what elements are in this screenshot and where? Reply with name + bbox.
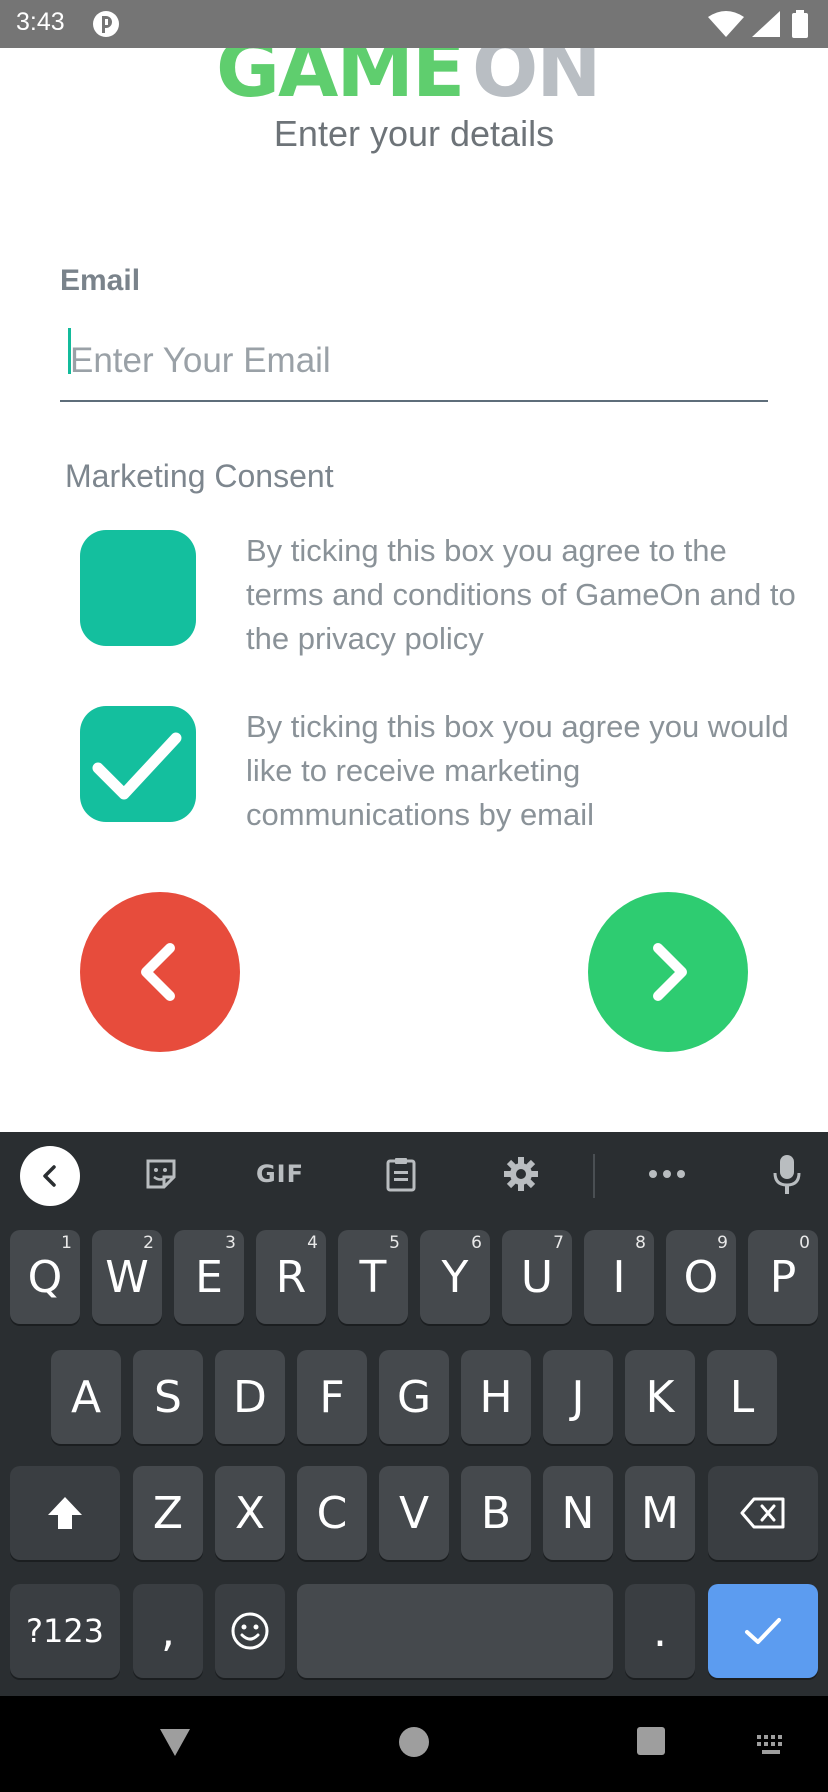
key-j[interactable]: J — [543, 1350, 613, 1444]
recents-square-icon[interactable] — [636, 1726, 666, 1756]
back-arrow-icon — [43, 1165, 56, 1187]
backspace-key[interactable] — [708, 1466, 818, 1560]
key-p[interactable]: P0 — [748, 1230, 818, 1324]
key-g[interactable]: G — [379, 1350, 449, 1444]
back-button[interactable] — [80, 892, 240, 1052]
key-v[interactable]: V — [379, 1466, 449, 1560]
marketing-consent-text: By ticking this box you agree you would … — [246, 709, 789, 832]
status-time: 3:43 — [16, 8, 65, 36]
key-i[interactable]: I8 — [584, 1230, 654, 1324]
checkmark-icon — [745, 1618, 781, 1644]
backspace-icon — [740, 1497, 785, 1529]
toolbar-divider — [593, 1154, 595, 1198]
keyboard-toolbar: GIF — [0, 1132, 828, 1218]
key-d[interactable]: D — [215, 1350, 285, 1444]
key-a[interactable]: A — [51, 1350, 121, 1444]
voice-input-button[interactable] — [764, 1144, 810, 1204]
more-icon — [649, 1170, 685, 1178]
key-o[interactable]: O9 — [666, 1230, 736, 1324]
gameon-logo: GAME ON — [216, 48, 602, 110]
system-nav-bar — [0, 1696, 828, 1792]
soft-keyboard: GIF Q 1 W 2 E 3 R 4 T 5 Y 6 U 7 I 8 O 9 … — [0, 1132, 828, 1696]
emoji-key[interactable] — [215, 1584, 285, 1678]
period-key[interactable]: . — [625, 1584, 695, 1678]
keyboard-back-button[interactable] — [20, 1146, 80, 1206]
enter-key[interactable] — [708, 1584, 818, 1678]
key-w[interactable]: W2 — [92, 1230, 162, 1324]
terms-checkbox[interactable] — [80, 530, 196, 646]
clipboard-icon — [386, 1158, 416, 1192]
email-field[interactable] — [60, 322, 768, 402]
svg-text:ON: ON — [472, 48, 600, 110]
home-circle-icon[interactable] — [398, 1726, 430, 1758]
space-key[interactable] — [297, 1584, 613, 1678]
key-b[interactable]: B — [461, 1466, 531, 1560]
key-y[interactable]: Y6 — [420, 1230, 490, 1324]
emoji-icon — [231, 1612, 269, 1650]
chevron-right-icon — [653, 943, 687, 1001]
shift-key[interactable] — [10, 1466, 120, 1560]
symbols-key[interactable]: ?123 — [10, 1584, 120, 1678]
key-r[interactable]: R4 — [256, 1230, 326, 1324]
key-z[interactable]: Z — [133, 1466, 203, 1560]
settings-button[interactable] — [498, 1144, 544, 1204]
settings-icon — [504, 1157, 538, 1191]
wifi-icon — [708, 11, 744, 37]
status-icons — [708, 10, 808, 38]
svg-text:GAME: GAME — [216, 48, 463, 110]
app-notification-icon — [93, 11, 119, 37]
key-u[interactable]: U7 — [502, 1230, 572, 1324]
key-h[interactable]: H — [461, 1350, 531, 1444]
signal-icon — [752, 11, 780, 37]
keyboard-switch-icon[interactable] — [756, 1734, 788, 1756]
terms-consent-text: By ticking this box you agree to the ter… — [246, 533, 796, 656]
text-cursor — [68, 328, 71, 374]
key-k[interactable]: K — [625, 1350, 695, 1444]
chevron-left-icon — [141, 943, 175, 1001]
next-button[interactable] — [588, 892, 748, 1052]
email-label: Email — [60, 264, 141, 297]
key-q[interactable]: Q1 — [10, 1230, 80, 1324]
marketing-checkbox[interactable] — [80, 706, 196, 822]
key-n[interactable]: N — [543, 1466, 613, 1560]
key-c[interactable]: C — [297, 1466, 367, 1560]
key-t[interactable]: T5 — [338, 1230, 408, 1324]
consent-heading: Marketing Consent — [65, 458, 334, 494]
sticker-icon — [146, 1159, 176, 1189]
key-x[interactable]: X — [215, 1466, 285, 1560]
key-s[interactable]: S — [133, 1350, 203, 1444]
key-l[interactable]: L — [707, 1350, 777, 1444]
back-triangle-icon[interactable] — [158, 1726, 192, 1758]
key-e[interactable]: E3 — [174, 1230, 244, 1324]
checkmark-icon — [92, 732, 182, 800]
more-button[interactable] — [644, 1144, 690, 1204]
comma-key[interactable]: , — [133, 1584, 203, 1678]
shift-icon — [48, 1497, 82, 1529]
key-m[interactable]: M — [625, 1466, 695, 1560]
status-bar: 3:43 — [0, 0, 828, 48]
page-subtitle: Enter your details — [273, 113, 555, 154]
key-f[interactable]: F — [297, 1350, 367, 1444]
microphone-icon — [773, 1155, 801, 1194]
sticker-button[interactable] — [138, 1144, 184, 1204]
gif-button[interactable]: GIF — [250, 1144, 310, 1204]
battery-icon — [792, 10, 808, 38]
clipboard-button[interactable] — [378, 1144, 424, 1204]
